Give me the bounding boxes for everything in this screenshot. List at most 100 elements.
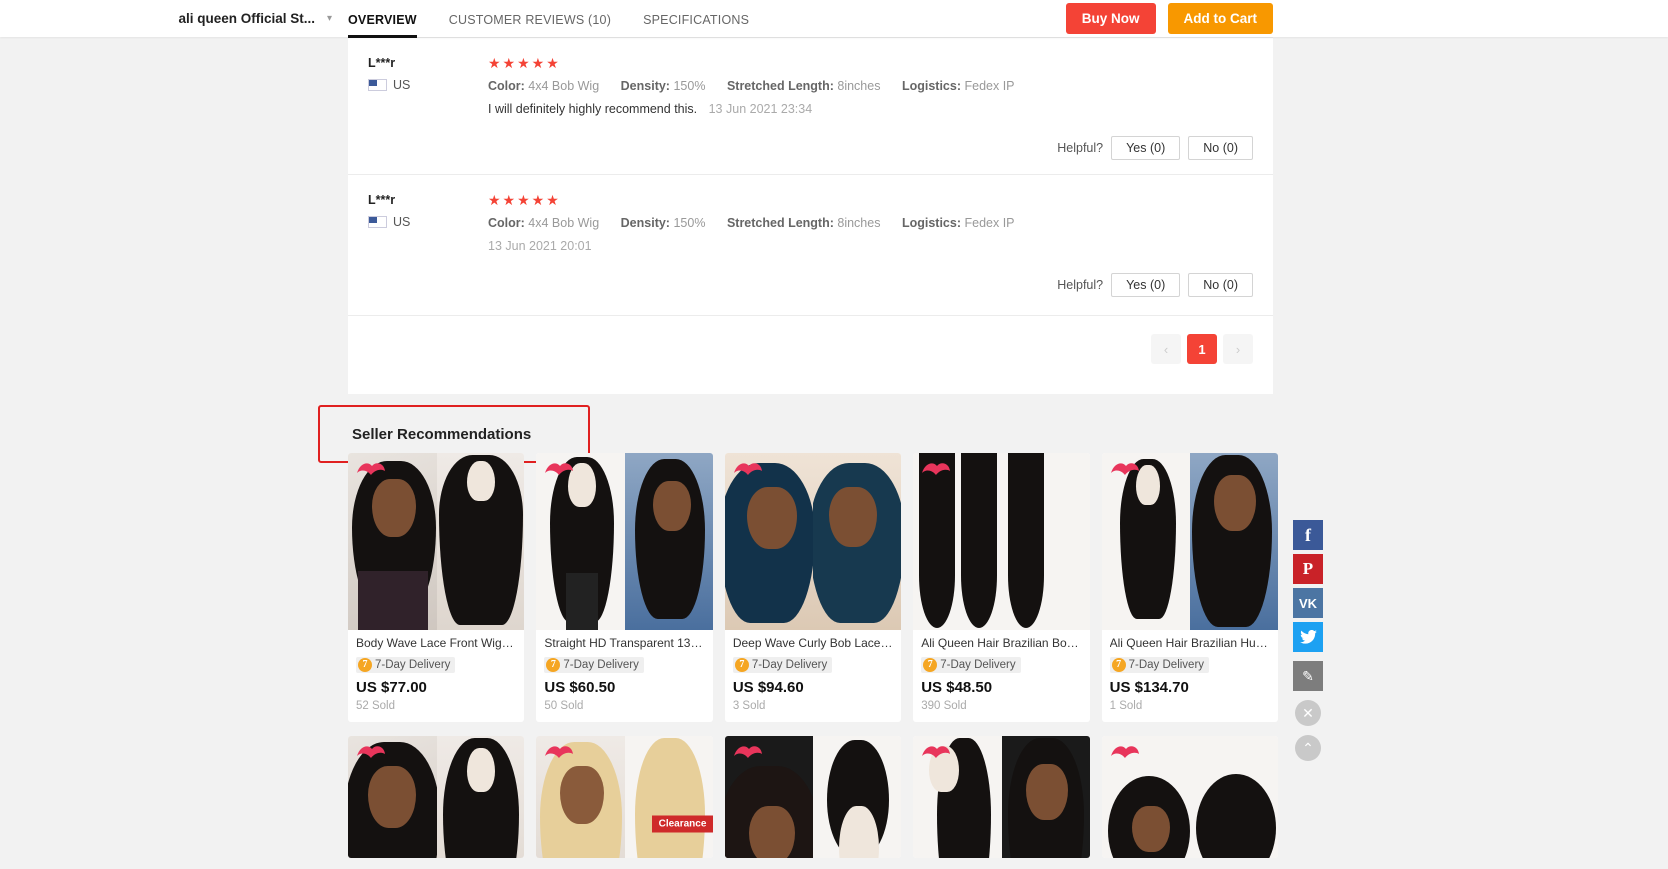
brand-logo-icon	[542, 459, 576, 481]
helpful-row: Helpful? Yes (0) No (0)	[348, 259, 1273, 311]
review-date: 13 Jun 2021 20:01	[488, 239, 592, 253]
product-info: Deep Wave Curly Bob Lace Fr... 7 7-Day D…	[725, 630, 901, 722]
brand-logo-icon	[542, 742, 576, 764]
review-item: L***r US ★★★★★ Color: 4x4 Bob Wig Densit…	[348, 174, 1273, 259]
tab-overview[interactable]: OVERVIEW	[348, 13, 417, 38]
product-title[interactable]: Deep Wave Curly Bob Lace Fr...	[733, 636, 893, 650]
reviewer-name: L***r	[368, 193, 396, 207]
delivery-label: 7-Day Delivery	[375, 658, 451, 671]
product-price: US $48.50	[921, 678, 993, 696]
tab-customer-reviews[interactable]: CUSTOMER REVIEWS (10)	[449, 13, 611, 37]
product-thumbnail[interactable]	[913, 735, 1090, 858]
reviewer-block: L***r US	[368, 56, 488, 116]
product-title[interactable]: Ali Queen Hair Brazilian Hum...	[1110, 636, 1270, 650]
product-info: Body Wave Lace Front Wig W... 7 7-Day De…	[348, 630, 524, 722]
product-thumbnail[interactable]	[1101, 453, 1279, 630]
attribute-logistics-key: Logistics:	[901, 216, 961, 230]
us-flag-icon	[368, 79, 387, 91]
delivery-badge: 7 7-Day Delivery	[544, 656, 644, 673]
review-date: 13 Jun 2021 23:34	[708, 102, 813, 116]
attribute-logistics-key: Logistics:	[901, 79, 961, 93]
product-price: US $134.70	[1109, 678, 1189, 696]
rating-stars: ★★★★★	[488, 192, 561, 208]
product-card[interactable]: Clearance	[536, 735, 713, 858]
product-thumbnail[interactable]	[724, 735, 902, 858]
thumb-half-right	[436, 735, 525, 858]
product-title[interactable]: Ali Queen Hair Brazilian Body...	[921, 636, 1081, 650]
product-thumbnail[interactable]	[913, 453, 1090, 630]
recommendation-card-row-2: Clearance	[318, 735, 1279, 858]
attribute-stretched-length-value: 8inches	[837, 216, 881, 230]
product-card[interactable]: Deep Wave Curly Bob Lace Fr... 7 7-Day D…	[724, 453, 902, 722]
sticky-product-header: ali queen Official St... ▾ OVERVIEW CUST…	[0, 0, 1668, 38]
product-sold-count: 50 Sold	[544, 699, 584, 712]
product-card[interactable]	[724, 735, 902, 858]
page-button-1[interactable]: 1	[1187, 334, 1217, 364]
tab-specifications[interactable]: SPECIFICATIONS	[643, 13, 749, 37]
chevron-left-icon[interactable]: ‹	[1151, 334, 1181, 364]
product-thumbnail[interactable]	[348, 735, 525, 858]
delivery-label: 7-Day Delivery	[940, 658, 1016, 671]
delivery-truck-icon: 7	[923, 657, 938, 672]
product-sold-count: 52 Sold	[356, 699, 396, 712]
brand-logo-icon	[354, 742, 388, 764]
product-card[interactable]	[1101, 735, 1279, 858]
product-card[interactable]: Ali Queen Hair Brazilian Body... 7 7-Day…	[913, 453, 1090, 722]
delivery-label: 7-Day Delivery	[751, 658, 828, 671]
brand-logo-icon	[354, 459, 388, 481]
product-title[interactable]: Body Wave Lace Front Wig W...	[356, 636, 516, 650]
thumb-half-right	[813, 735, 902, 858]
product-thumbnail[interactable]	[536, 453, 713, 630]
attribute-stretched-length-value: 8inches	[837, 79, 881, 93]
delivery-badge: 7 7-Day Delivery	[732, 656, 833, 673]
add-to-cart-button[interactable]: Add to Cart	[1167, 3, 1273, 34]
vk-icon[interactable]: VK	[1293, 588, 1323, 618]
attribute-logistics: Logistics: Fedex IP	[902, 216, 1015, 230]
review-attributes: Color: 4x4 Bob Wig Density: 150% Stretch…	[488, 79, 1253, 93]
attribute-color-key: Color:	[488, 79, 525, 93]
product-card[interactable]	[348, 735, 525, 858]
product-card[interactable]	[913, 735, 1090, 858]
product-sold-count: 1 Sold	[1109, 699, 1143, 712]
pencil-icon[interactable]: ✎	[1293, 661, 1323, 691]
buy-now-button[interactable]: Buy Now	[1065, 3, 1156, 34]
attribute-stretched-length-key: Stretched Length:	[726, 79, 834, 93]
product-card[interactable]: Ali Queen Hair Brazilian Hum... 7 7-Day …	[1101, 453, 1279, 722]
scroll-top-icon[interactable]: ⌃	[1295, 735, 1321, 761]
attribute-color: Color: 4x4 Bob Wig	[488, 216, 603, 230]
pinterest-icon[interactable]: P	[1293, 554, 1323, 584]
product-thumbnail[interactable]: Clearance	[536, 735, 713, 858]
product-thumbnail[interactable]	[724, 453, 902, 630]
helpful-no-button[interactable]: No (0)	[1188, 273, 1253, 297]
helpful-label: Helpful?	[1057, 278, 1104, 292]
reviews-panel: L***r US ★★★★★ Color: 4x4 Bob Wig Densit…	[348, 37, 1273, 394]
review-text-row: I will definitely highly recommend this.…	[488, 102, 1253, 116]
attribute-stretched-length: Stretched Length: 8inches	[727, 216, 884, 230]
product-card[interactable]: Straight HD Transparent 13x... 7 7-Day D…	[536, 453, 713, 722]
reviewer-country-label: US	[393, 78, 411, 92]
reviews-pagination: ‹ 1 ›	[348, 315, 1273, 364]
header-actions: Buy Now Add to Cart	[1065, 3, 1668, 34]
twitter-bird-glyph	[1299, 630, 1317, 644]
helpful-yes-button[interactable]: Yes (0)	[1111, 273, 1181, 297]
product-thumbnail[interactable]	[348, 453, 525, 630]
facebook-icon[interactable]: f	[1293, 520, 1323, 550]
us-flag-icon	[368, 216, 387, 228]
review-body: ★★★★★ Color: 4x4 Bob Wig Density: 150% S…	[488, 193, 1253, 253]
helpful-no-button[interactable]: No (0)	[1188, 136, 1253, 160]
thumb-half-right	[1190, 735, 1279, 858]
close-icon[interactable]: ✕	[1295, 700, 1321, 726]
reviewer-country-label: US	[393, 215, 411, 229]
delivery-label: 7-Day Delivery	[563, 658, 639, 671]
chevron-right-icon[interactable]: ›	[1223, 334, 1253, 364]
helpful-yes-button[interactable]: Yes (0)	[1111, 136, 1181, 160]
attribute-color-value: 4x4 Bob Wig	[528, 79, 600, 93]
product-card[interactable]: Body Wave Lace Front Wig W... 7 7-Day De…	[348, 453, 525, 722]
attribute-density-key: Density:	[620, 79, 670, 93]
attribute-density-value: 150%	[673, 216, 706, 230]
product-thumbnail[interactable]	[1101, 735, 1279, 858]
delivery-badge: 7 7-Day Delivery	[1109, 656, 1210, 673]
store-name-dropdown[interactable]: ali queen Official St... ▾	[0, 0, 348, 37]
twitter-icon[interactable]	[1293, 622, 1323, 652]
product-title[interactable]: Straight HD Transparent 13x...	[544, 636, 704, 650]
